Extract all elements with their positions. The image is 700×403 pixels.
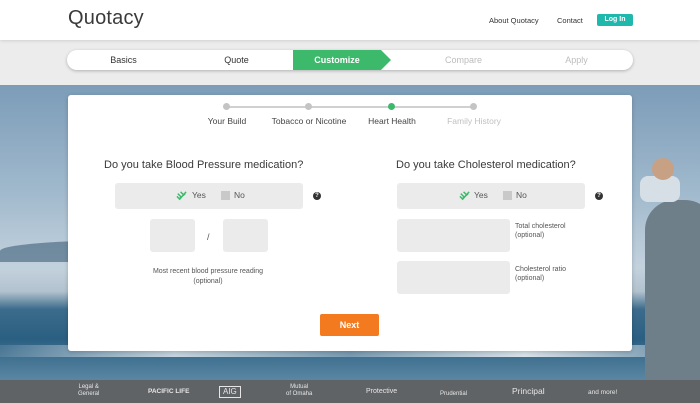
total-cholesterol-label: Total cholesterol (optional) xyxy=(515,222,566,240)
bp-yes-label[interactable]: Yes xyxy=(192,190,206,200)
question-card: Your Build Tobacco or Nicotine Heart Hea… xyxy=(68,95,632,351)
check-scribble-icon[interactable] xyxy=(176,190,187,201)
partner-logo-protective: Protective xyxy=(366,388,398,395)
bp-no-checkbox[interactable] xyxy=(221,191,230,200)
lg-line2: General xyxy=(78,391,100,397)
cholesterol-ratio-label-text: Cholesterol ratio xyxy=(515,266,566,273)
cholesterol-ratio-optional: (optional) xyxy=(515,275,545,282)
cholesterol-yes-label[interactable]: Yes xyxy=(474,190,488,200)
lg-line1: Legal & xyxy=(78,384,99,390)
cholesterol-ratio-input[interactable] xyxy=(397,261,510,294)
substep-label-heart[interactable]: Heart Health xyxy=(368,116,416,126)
cholesterol-question: Do you take Cholesterol medication? xyxy=(396,159,576,171)
background-child-head xyxy=(652,158,674,180)
total-cholesterol-input[interactable] xyxy=(397,219,510,252)
partner-logo-pacific-life: PACIFIC LIFE xyxy=(148,388,190,395)
login-button[interactable]: Log In xyxy=(597,14,633,26)
partner-logo-aig: AIG xyxy=(219,386,241,398)
substep-dot-heart xyxy=(388,103,395,110)
nav-about-link[interactable]: About Quotacy xyxy=(489,16,539,25)
partner-logo-prudential: Prudential xyxy=(440,391,468,397)
progress-step-customize[interactable]: Customize xyxy=(293,50,391,70)
moo-line2: of Omaha xyxy=(286,391,313,397)
progress-step-basics[interactable]: Basics xyxy=(67,50,180,70)
partner-logo-principal: Principal xyxy=(512,386,545,396)
progress-step-apply: Apply xyxy=(565,55,588,65)
progress-bar: Basics Quote Customize Compare Apply xyxy=(67,50,633,70)
bp-systolic-input[interactable] xyxy=(150,219,195,252)
partner-logo-mutual-omaha: Mutual of Omaha xyxy=(286,384,312,398)
site-header: Quotacy About Quotacy Contact Log In xyxy=(0,0,700,40)
substep-dot-build xyxy=(223,103,230,110)
bp-separator: / xyxy=(207,232,210,242)
substep-dot-family xyxy=(470,103,477,110)
cholesterol-toggle: Yes No xyxy=(397,183,585,209)
cholesterol-help-icon[interactable]: ? xyxy=(595,192,603,200)
total-cholesterol-optional: (optional) xyxy=(515,232,545,239)
progress-step-compare: Compare xyxy=(444,55,482,65)
next-button[interactable]: Next xyxy=(320,314,379,336)
cholesterol-ratio-label: Cholesterol ratio (optional) xyxy=(515,265,566,283)
bp-diastolic-input[interactable] xyxy=(223,219,268,252)
partner-logo-legal-general: Legal & General xyxy=(78,384,99,398)
cholesterol-no-label[interactable]: No xyxy=(516,190,527,200)
background-person xyxy=(645,200,700,380)
substep-label-tobacco[interactable]: Tobacco or Nicotine xyxy=(272,116,347,126)
check-scribble-icon[interactable] xyxy=(459,190,470,201)
quotacy-logo[interactable]: Quotacy xyxy=(68,7,144,30)
cholesterol-no-checkbox[interactable] xyxy=(503,191,512,200)
total-cholesterol-label-text: Total cholesterol xyxy=(515,223,566,230)
bp-help-icon[interactable]: ? xyxy=(313,192,321,200)
nav-contact-link[interactable]: Contact xyxy=(557,16,583,25)
progress-step-quote[interactable]: Quote xyxy=(180,50,293,70)
bp-no-label[interactable]: No xyxy=(234,190,245,200)
partner-footer: Legal & General PACIFIC LIFE AIG Mutual … xyxy=(0,380,700,403)
substep-dot-tobacco xyxy=(305,103,312,110)
bp-question: Do you take Blood Pressure medication? xyxy=(104,159,304,171)
substep-track xyxy=(227,106,473,108)
bp-note-line2: (optional) xyxy=(193,278,223,285)
moo-line1: Mutual xyxy=(290,384,309,390)
partners-more-text: and more! xyxy=(588,389,618,396)
bp-reading-note: Most recent blood pressure reading (opti… xyxy=(133,267,283,287)
bp-toggle: Yes No xyxy=(115,183,303,209)
substep-label-family: Family History xyxy=(447,116,501,126)
substep-label-build[interactable]: Your Build xyxy=(208,116,246,126)
background-child xyxy=(640,176,680,202)
bp-note-line1: Most recent blood pressure reading xyxy=(152,268,264,275)
